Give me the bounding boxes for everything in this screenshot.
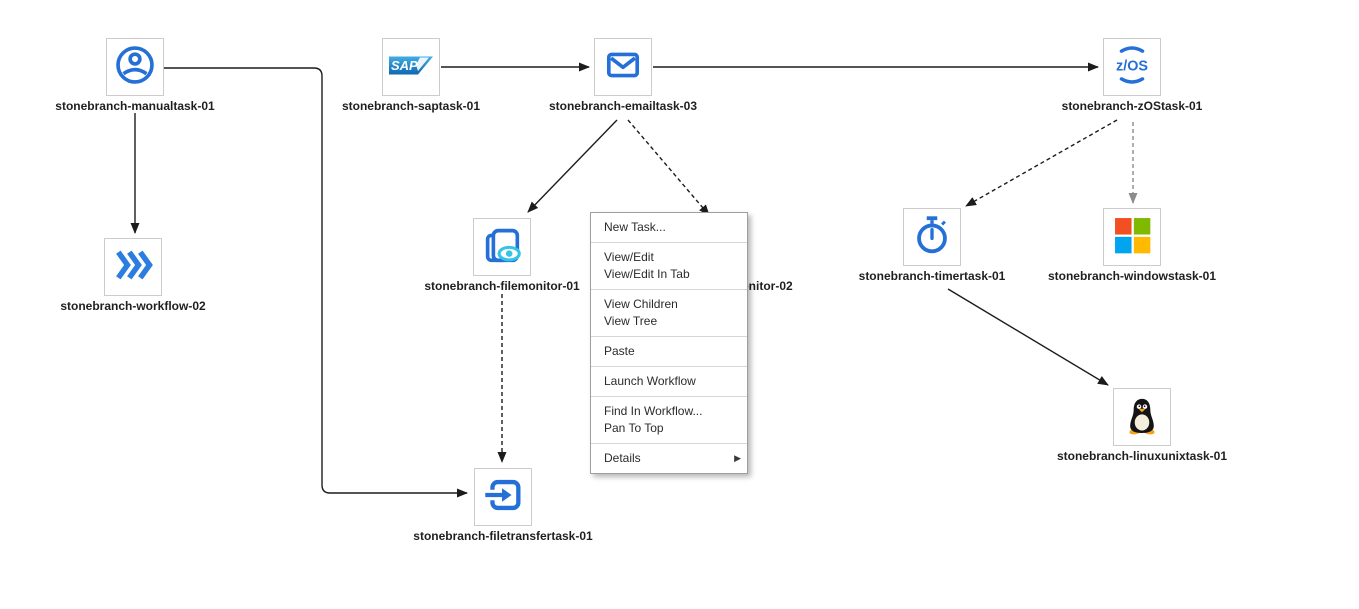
- task-node-label: stonebranch-saptask-01: [342, 99, 480, 113]
- task-node-box[interactable]: SAP: [382, 38, 440, 96]
- sap-icon: SAP: [387, 41, 435, 94]
- menu-item-view-children[interactable]: View Children: [591, 296, 747, 313]
- task-node-linuxunixtask-01[interactable]: stonebranch-linuxunixtask-01: [1113, 388, 1171, 446]
- email-icon: [601, 43, 645, 92]
- task-node-label: stonebranch-manualtask-01: [55, 99, 214, 113]
- menu-item-details[interactable]: Details ▶: [591, 450, 747, 467]
- menu-item-view-edit-in-tab[interactable]: View/Edit In Tab: [591, 266, 747, 283]
- task-node-box[interactable]: z/OS: [1103, 38, 1161, 96]
- menu-item-launch-workflow[interactable]: Launch Workflow: [591, 373, 747, 390]
- task-node-box[interactable]: [104, 238, 162, 296]
- task-node-box[interactable]: [1113, 388, 1171, 446]
- task-node-label: stonebranch-emailtask-03: [549, 99, 697, 113]
- task-node-timertask-01[interactable]: stonebranch-timertask-01: [903, 208, 961, 266]
- task-node-box[interactable]: [1103, 208, 1161, 266]
- task-node-box[interactable]: [106, 38, 164, 96]
- task-node-windowstask-01[interactable]: stonebranch-windowstask-01: [1103, 208, 1161, 266]
- task-node-saptask-01[interactable]: SAP stonebranch-saptask-01: [382, 38, 440, 96]
- edge-stonebranch-manualtask-01-to-stonebranch-filetransfertask-01[interactable]: [164, 68, 467, 493]
- task-node-label: stonebranch-windowstask-01: [1048, 269, 1216, 283]
- menu-item-paste[interactable]: Paste: [591, 343, 747, 360]
- file-monitor-icon: [479, 222, 525, 273]
- task-node-box[interactable]: [594, 38, 652, 96]
- workflow-canvas[interactable]: stonebranch-manualtask-01 stonebranch-wo…: [0, 0, 1359, 609]
- task-node-label: stonebranch-timertask-01: [859, 269, 1006, 283]
- menu-item-details-label: Details: [604, 450, 641, 467]
- svg-text:z/OS: z/OS: [1116, 58, 1148, 74]
- task-node-zostask-01[interactable]: z/OS stonebranch-zOStask-01: [1103, 38, 1161, 96]
- task-node-emailtask-03[interactable]: stonebranch-emailtask-03: [594, 38, 652, 96]
- menu-item-new-task[interactable]: New Task...: [591, 219, 747, 236]
- task-node-label: stonebranch-zOStask-01: [1062, 99, 1203, 113]
- edge-stonebranch-zOStask-01-to-stonebranch-timertask-01[interactable]: [966, 120, 1117, 206]
- file-transfer-icon: [480, 472, 526, 523]
- submenu-arrow-icon: ▶: [734, 450, 741, 467]
- zos-icon: z/OS: [1109, 42, 1155, 93]
- linux-tux-icon: [1121, 394, 1163, 441]
- task-node-box[interactable]: [903, 208, 961, 266]
- task-node-filetransfertask-01[interactable]: stonebranch-filetransfertask-01: [474, 468, 532, 526]
- edge-stonebranch-emailtask-03-to-stonebranch-filemonitor-01[interactable]: [528, 120, 617, 212]
- task-node-box[interactable]: [474, 468, 532, 526]
- workflow-icon: [111, 243, 155, 292]
- task-node-label: stonebranch-workflow-02: [60, 299, 205, 313]
- context-menu: New Task... View/Edit View/Edit In Tab V…: [590, 212, 748, 474]
- windows-icon: [1110, 213, 1154, 262]
- task-node-workflow-02[interactable]: stonebranch-workflow-02: [104, 238, 162, 296]
- task-node-manualtask-01[interactable]: stonebranch-manualtask-01: [106, 38, 164, 96]
- manual-task-icon: [113, 43, 157, 92]
- menu-item-find-in-workflow[interactable]: Find In Workflow...: [591, 403, 747, 420]
- menu-item-pan-to-top[interactable]: Pan To Top: [591, 420, 747, 437]
- task-node-label: stonebranch-filemonitor-01: [424, 279, 579, 293]
- menu-item-view-edit[interactable]: View/Edit: [591, 249, 747, 266]
- edge-stonebranch-timertask-01-to-stonebranch-linuxunixtask-01[interactable]: [948, 289, 1108, 385]
- svg-text:SAP: SAP: [391, 58, 418, 73]
- task-node-filemonitor-01[interactable]: stonebranch-filemonitor-01: [473, 218, 531, 276]
- edge-stonebranch-emailtask-03-to-stonebranch-filemonitor-02[interactable]: [628, 120, 709, 215]
- menu-item-view-tree[interactable]: View Tree: [591, 313, 747, 330]
- task-node-label: stonebranch-linuxunixtask-01: [1057, 449, 1227, 463]
- task-node-label: stonebranch-filetransfertask-01: [413, 529, 592, 543]
- timer-icon: [909, 212, 955, 263]
- task-node-box[interactable]: [473, 218, 531, 276]
